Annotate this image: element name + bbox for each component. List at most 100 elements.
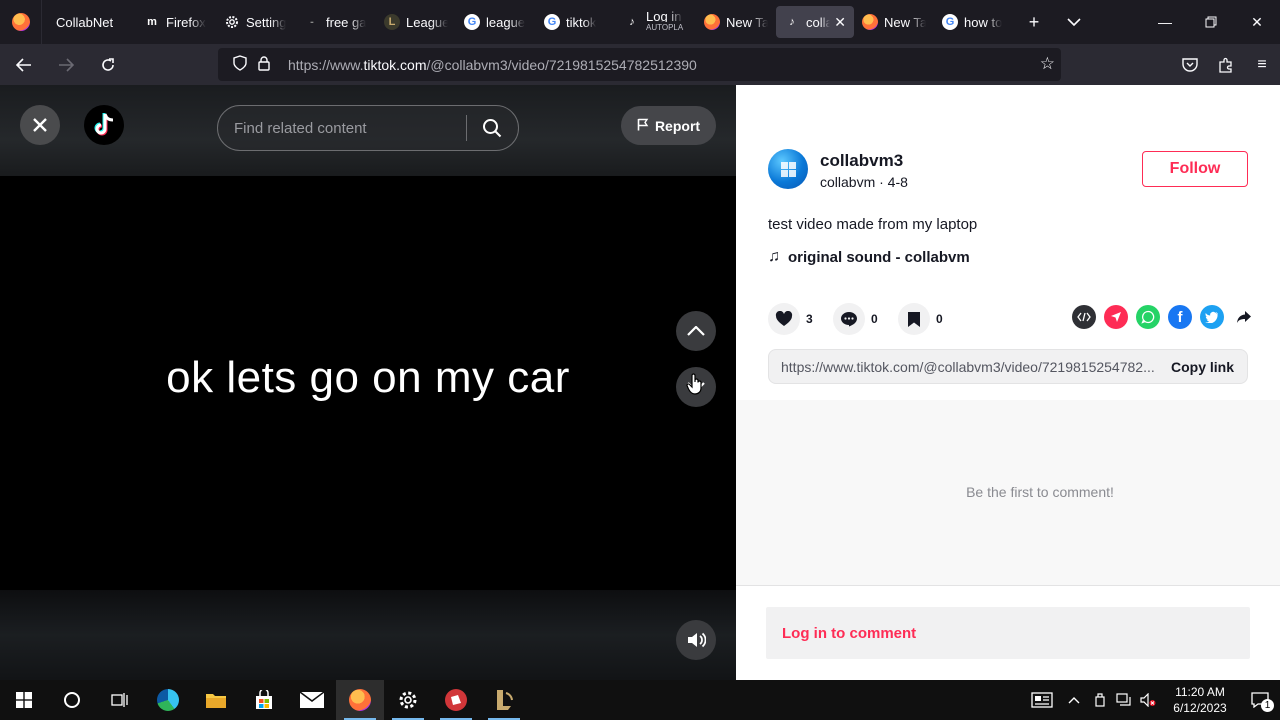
notification-count-badge: 1 — [1261, 699, 1274, 712]
cortana-search-icon[interactable] — [48, 680, 96, 720]
empty-comments-text: Be the first to comment! — [966, 484, 1114, 500]
new-tab-plus-icon[interactable]: + — [1014, 6, 1054, 38]
tab-new-tab[interactable]: New Ta — [696, 6, 776, 38]
username[interactable]: collabvm3 — [820, 151, 903, 171]
tab-settings[interactable]: Setting — [216, 6, 296, 38]
hand-cursor-icon — [686, 373, 704, 400]
tiktok-icon: ♪ — [629, 16, 635, 28]
url-path: /@collabvm3/video/7219815254782512390 — [426, 56, 697, 73]
related-content-search[interactable]: Find related content — [217, 105, 519, 151]
back-arrow-icon[interactable] — [6, 49, 42, 81]
firefox-menu-icon[interactable] — [0, 0, 42, 44]
news-widget-icon[interactable] — [1024, 692, 1060, 708]
report-button[interactable]: Report — [621, 106, 716, 145]
forward-arrow-icon[interactable] — [48, 49, 84, 81]
login-to-comment-button[interactable]: Log in to comment — [766, 607, 1250, 659]
bookmark-icon[interactable] — [898, 303, 930, 335]
usb-device-icon[interactable] — [1088, 693, 1112, 707]
tab-label: Log in — [646, 11, 682, 22]
chevron-up-icon — [687, 326, 705, 336]
file-explorer-icon[interactable] — [192, 680, 240, 720]
tab-label: league — [486, 14, 526, 30]
facebook-icon[interactable]: f — [1168, 305, 1192, 329]
edge-browser-icon[interactable] — [144, 680, 192, 720]
tab-label: Setting — [246, 14, 287, 30]
sound-label: original sound - collabvm — [788, 248, 970, 266]
embed-code-icon[interactable] — [1072, 305, 1096, 329]
avatar[interactable] — [768, 149, 808, 189]
app-menu-hamburger-icon[interactable]: ≡ — [1244, 49, 1280, 81]
action-center-icon[interactable]: 1 — [1240, 692, 1280, 712]
share-link-text[interactable]: https://www.tiktok.com/@collabvm3/video/… — [769, 359, 1159, 375]
post-description: test video made from my laptop — [768, 216, 978, 233]
tab-collabvm-active[interactable]: ♪ colla ✕ — [776, 6, 854, 38]
tracking-protection-shield-icon[interactable] — [228, 55, 252, 74]
riot-client-icon[interactable] — [432, 680, 480, 720]
google-icon: G — [942, 14, 958, 30]
list-all-tabs-chevron-icon[interactable] — [1054, 6, 1094, 38]
close-window-icon[interactable]: ✕ — [1234, 0, 1280, 44]
tab-firefox[interactable]: m Firefox — [136, 6, 216, 38]
url-prefix: https://www. — [288, 56, 364, 73]
tab-new-tab-2[interactable]: New Ta — [854, 6, 934, 38]
save-stat[interactable]: 0 — [898, 303, 943, 335]
search-icon[interactable] — [467, 118, 517, 138]
post-details-panel: collabvm3 collabvm · 4-8 Follow test vid… — [736, 85, 1280, 680]
windows-start-icon[interactable] — [0, 680, 48, 720]
task-view-icon[interactable] — [96, 680, 144, 720]
tab-collabnet[interactable]: CollabNet — [48, 6, 136, 38]
url-bar[interactable]: https://www.tiktok.com/@collabvm3/video/… — [218, 48, 1061, 81]
copy-link-button[interactable]: Copy link — [1159, 359, 1234, 375]
close-video-button[interactable] — [20, 105, 60, 145]
heart-icon[interactable] — [768, 303, 800, 335]
user-meta: collabvm · 4-8 — [820, 174, 908, 190]
minimize-icon[interactable]: — — [1142, 0, 1188, 44]
microsoft-store-icon[interactable] — [240, 680, 288, 720]
tab-label: League — [406, 14, 448, 30]
restore-icon[interactable] — [1188, 0, 1234, 44]
league-of-legends-icon[interactable] — [480, 680, 528, 720]
like-stat[interactable]: 3 — [768, 303, 813, 335]
tab-league[interactable]: L League — [376, 6, 456, 38]
sound-link[interactable]: ♫ original sound - collabvm — [768, 248, 970, 266]
previous-video-button[interactable] — [676, 311, 716, 351]
settings-gear-icon[interactable] — [384, 680, 432, 720]
clock[interactable]: 11:20 AM 6/12/2023 — [1160, 684, 1240, 716]
pocket-icon[interactable] — [1172, 49, 1208, 81]
caption-text: ok lets go on my car — [166, 353, 570, 402]
share-link-box[interactable]: https://www.tiktok.com/@collabvm3/video/… — [768, 349, 1248, 384]
tiktok-logo-icon[interactable] — [84, 105, 124, 145]
whatsapp-icon[interactable] — [1136, 305, 1160, 329]
tab-free-games[interactable]: - free ga — [296, 6, 376, 38]
show-hidden-icons-chevron-icon[interactable] — [1060, 696, 1088, 704]
extensions-puzzle-icon[interactable] — [1208, 49, 1244, 81]
comment-stat[interactable]: 0 — [833, 303, 878, 335]
twitter-icon[interactable] — [1200, 305, 1224, 329]
gear-icon — [224, 14, 240, 30]
firefox-taskbar-icon[interactable] — [336, 680, 384, 720]
music-note-icon: ♫ — [768, 248, 780, 265]
firefox-icon — [704, 14, 720, 30]
comment-bubble-icon[interactable] — [833, 303, 865, 335]
bookmark-star-icon[interactable]: ☆ — [1040, 54, 1055, 74]
tab-how-to[interactable]: G how to — [934, 6, 1014, 38]
tab-google-tiktok[interactable]: G tiktok — [536, 6, 616, 38]
volume-button[interactable] — [676, 620, 716, 660]
video-player[interactable]: Find related content Report ok lets go o… — [0, 85, 736, 680]
volume-muted-icon[interactable] — [1136, 693, 1160, 707]
share-arrow-icon[interactable] — [1232, 305, 1256, 329]
lock-icon[interactable] — [252, 55, 276, 74]
google-icon: G — [464, 14, 480, 30]
send-to-friends-icon[interactable] — [1104, 305, 1128, 329]
follow-button[interactable]: Follow — [1142, 151, 1248, 187]
url-text[interactable]: https://www.tiktok.com/@collabvm3/video/… — [288, 57, 697, 73]
reload-icon[interactable] — [90, 49, 126, 81]
browser-navigation-bar: https://www.tiktok.com/@collabvm3/video/… — [0, 44, 1280, 85]
network-icon[interactable] — [1112, 693, 1136, 707]
mail-icon[interactable] — [288, 680, 336, 720]
tab-tiktok-login[interactable]: ♪ Log in AUTOPLA — [616, 6, 696, 38]
tab-google-league[interactable]: G league — [456, 6, 536, 38]
tab-label: colla — [806, 14, 831, 30]
close-tab-icon[interactable]: ✕ — [834, 14, 846, 31]
search-input[interactable]: Find related content — [218, 120, 466, 137]
